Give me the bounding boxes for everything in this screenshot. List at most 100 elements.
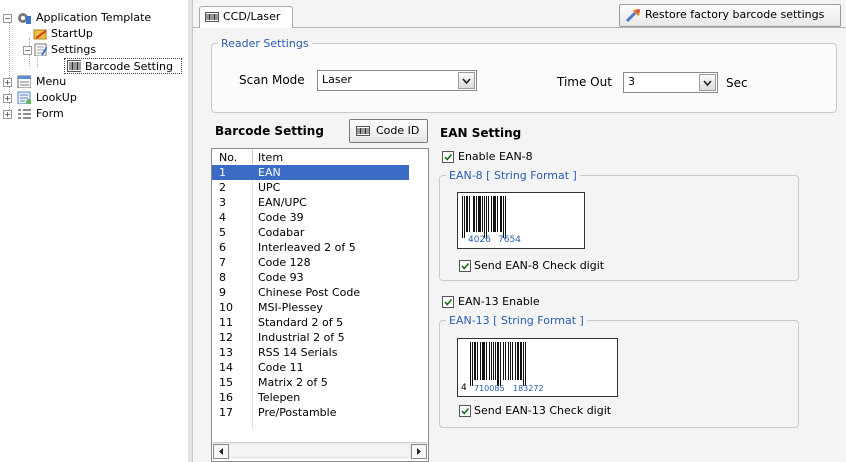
barcode-bar bbox=[517, 342, 519, 380]
send-ean8-check-digit-label: Send EAN-8 Check digit bbox=[474, 259, 605, 272]
send-ean8-check-digit-checkbox[interactable] bbox=[459, 260, 471, 272]
barcode-bar bbox=[515, 342, 516, 380]
menu-icon bbox=[17, 75, 31, 88]
barcode-list: No. Item 1 EAN 2 UPC 3 EAN/UPC 4 Code 39 5 Codaba… bbox=[211, 148, 429, 462]
tree-item-barcode-setting[interactable]: Barcode Setting bbox=[64, 58, 182, 74]
list-item[interactable]: 8 Code 93 bbox=[212, 270, 409, 285]
tree-item-label: Settings bbox=[51, 43, 97, 56]
tree-item-form[interactable]: + Form bbox=[3, 106, 153, 121]
item-number: 17 bbox=[219, 406, 233, 419]
send-ean13-check-digit-label: Send EAN-13 Check digit bbox=[474, 404, 612, 417]
list-item[interactable]: 10 MSI-Plessey bbox=[212, 300, 409, 315]
item-name: Interleaved 2 of 5 bbox=[258, 241, 356, 254]
item-number: 10 bbox=[219, 301, 233, 314]
item-number: 9 bbox=[219, 286, 226, 299]
barcode-bar bbox=[478, 196, 481, 232]
tree-item-settings[interactable]: − Settings bbox=[23, 42, 173, 57]
scan-mode-value: Laser bbox=[322, 73, 352, 86]
application-icon bbox=[18, 13, 31, 24]
lookup-icon bbox=[17, 91, 31, 104]
enable-ean13-checkbox[interactable] bbox=[442, 296, 454, 308]
scroll-left-button[interactable] bbox=[213, 444, 229, 459]
list-item[interactable]: 15 Matrix 2 of 5 bbox=[212, 375, 409, 390]
ean-setting-title: EAN Setting bbox=[440, 126, 522, 140]
item-name: Code 128 bbox=[258, 256, 311, 269]
list-item[interactable]: 12 Industrial 2 of 5 bbox=[212, 330, 409, 345]
item-name: RSS 14 Serials bbox=[258, 346, 338, 359]
item-number: 8 bbox=[219, 271, 226, 284]
settings-icon bbox=[34, 43, 47, 56]
item-name: MSI-Plessey bbox=[258, 301, 323, 314]
scroll-thumb[interactable] bbox=[229, 445, 409, 456]
timeout-select[interactable]: 3 bbox=[623, 72, 718, 93]
ean8-legend: EAN-8 [ String Format ] bbox=[449, 169, 577, 182]
barcode-bar bbox=[482, 342, 485, 380]
dropdown-arrow-icon[interactable] bbox=[699, 74, 716, 91]
barcode-bar bbox=[503, 196, 504, 238]
collapse-icon[interactable]: − bbox=[3, 14, 12, 23]
tree-item-lookup[interactable]: + LookUp bbox=[3, 90, 153, 105]
barcode-bar bbox=[470, 342, 471, 386]
expand-icon[interactable]: + bbox=[3, 94, 12, 103]
list-item[interactable]: 11 Standard 2 of 5 bbox=[212, 315, 409, 330]
item-name: Code 11 bbox=[258, 361, 304, 374]
barcode-icon bbox=[356, 126, 370, 136]
expand-icon[interactable]: + bbox=[3, 110, 12, 119]
item-number: 2 bbox=[219, 181, 226, 194]
item-number: 1 bbox=[219, 166, 226, 179]
scan-mode-select[interactable]: Laser bbox=[317, 70, 477, 91]
tree-item-label: Application Template bbox=[36, 11, 152, 24]
tree-item-menu[interactable]: + Menu bbox=[3, 74, 153, 89]
barcode-bar bbox=[489, 342, 490, 380]
collapse-icon[interactable]: − bbox=[23, 46, 32, 55]
item-number: 12 bbox=[219, 331, 233, 344]
tree-item-application-template[interactable]: − Application Template bbox=[3, 10, 183, 25]
item-name: Code 39 bbox=[258, 211, 304, 224]
ean8-digits-left: 4026 bbox=[468, 235, 491, 245]
enable-ean8-label: Enable EAN-8 bbox=[458, 150, 533, 163]
list-item[interactable]: 2 UPC bbox=[212, 180, 409, 195]
list-item[interactable]: 13 RSS 14 Serials bbox=[212, 345, 409, 360]
list-item[interactable]: 17 Pre/Postamble bbox=[212, 405, 409, 420]
list-item[interactable]: 16 Telepen bbox=[212, 390, 409, 405]
restore-factory-settings-button[interactable]: Restore factory barcode settings bbox=[619, 4, 841, 27]
list-item[interactable]: 9 Chinese Post Code bbox=[212, 285, 409, 300]
item-number: 6 bbox=[219, 241, 226, 254]
code-id-button[interactable]: Code ID bbox=[349, 119, 428, 143]
ean13-digits-left: 710085 bbox=[474, 384, 505, 393]
send-ean13-check-digit-checkbox[interactable] bbox=[459, 405, 471, 417]
list-item[interactable]: 4 Code 39 bbox=[212, 210, 409, 225]
tab-ccd-laser[interactable]: CCD/Laser bbox=[199, 6, 293, 28]
enable-ean8-checkbox[interactable] bbox=[442, 151, 454, 163]
barcode-bar bbox=[464, 196, 465, 238]
barcode-bar bbox=[500, 196, 502, 232]
dropdown-arrow-icon[interactable] bbox=[458, 72, 475, 89]
barcode-bar bbox=[473, 196, 475, 232]
list-item[interactable]: 1 EAN bbox=[212, 165, 409, 180]
item-number: 7 bbox=[219, 256, 226, 269]
item-number: 3 bbox=[219, 196, 226, 209]
list-item[interactable]: 5 Codabar bbox=[212, 225, 409, 240]
tree-item-label: StartUp bbox=[51, 27, 93, 40]
barcode-bar bbox=[488, 196, 489, 232]
expand-icon[interactable]: + bbox=[3, 78, 12, 87]
settings-panel: CCD/Laser Restore factory barcode settin… bbox=[193, 0, 846, 462]
timeout-unit: Sec bbox=[726, 76, 748, 90]
barcode-icon bbox=[205, 12, 219, 22]
tree-item-startup[interactable]: StartUp bbox=[33, 26, 173, 41]
item-name: Pre/Postamble bbox=[258, 406, 337, 419]
list-item[interactable]: 6 Interleaved 2 of 5 bbox=[212, 240, 409, 255]
item-name: Code 93 bbox=[258, 271, 304, 284]
barcode-bar bbox=[476, 196, 477, 232]
column-divider bbox=[252, 150, 253, 163]
item-name: Codabar bbox=[258, 226, 305, 239]
barcode-bar bbox=[477, 342, 478, 380]
horizontal-scrollbar[interactable] bbox=[213, 442, 427, 459]
barcode-bar bbox=[497, 196, 498, 232]
list-item[interactable]: 14 Code 11 bbox=[212, 360, 409, 375]
list-item[interactable]: 3 EAN/UPC bbox=[212, 195, 409, 210]
item-number: 16 bbox=[219, 391, 233, 404]
scroll-right-button[interactable] bbox=[411, 444, 427, 459]
list-item[interactable]: 7 Code 128 bbox=[212, 255, 409, 270]
tree-item-label: Form bbox=[36, 107, 64, 120]
